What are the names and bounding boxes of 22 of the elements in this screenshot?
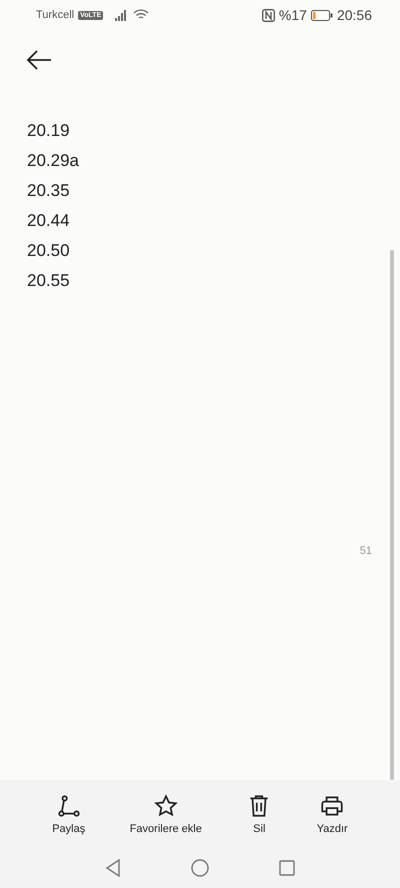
delete-button[interactable]: Sil	[246, 793, 272, 835]
entry-text: 20.50	[27, 240, 70, 262]
favorite-button[interactable]: Favorilere ekle	[130, 793, 202, 835]
entry-text: 20.35	[27, 180, 70, 202]
entry-text: 20.29a	[27, 150, 79, 172]
page-number: 51	[360, 545, 372, 557]
back-nav-button[interactable]	[105, 859, 121, 877]
share-button[interactable]: Paylaş	[52, 793, 86, 835]
battery-icon	[310, 10, 333, 20]
star-icon	[152, 793, 179, 819]
entry-text: 20.44	[27, 210, 70, 232]
print-button[interactable]: Yazdır	[316, 793, 348, 835]
clock: 20:56	[336, 7, 372, 23]
nfc-icon	[262, 8, 275, 22]
carrier-name: Turkcell	[36, 9, 74, 21]
wifi-icon	[133, 9, 150, 21]
share-icon	[56, 793, 82, 819]
entry-text: 20.55	[27, 270, 70, 292]
entry-text: 20.19	[27, 120, 70, 142]
recents-nav-button[interactable]	[279, 860, 295, 876]
home-nav-button[interactable]	[191, 859, 209, 877]
battery-percent: %17	[278, 7, 307, 23]
